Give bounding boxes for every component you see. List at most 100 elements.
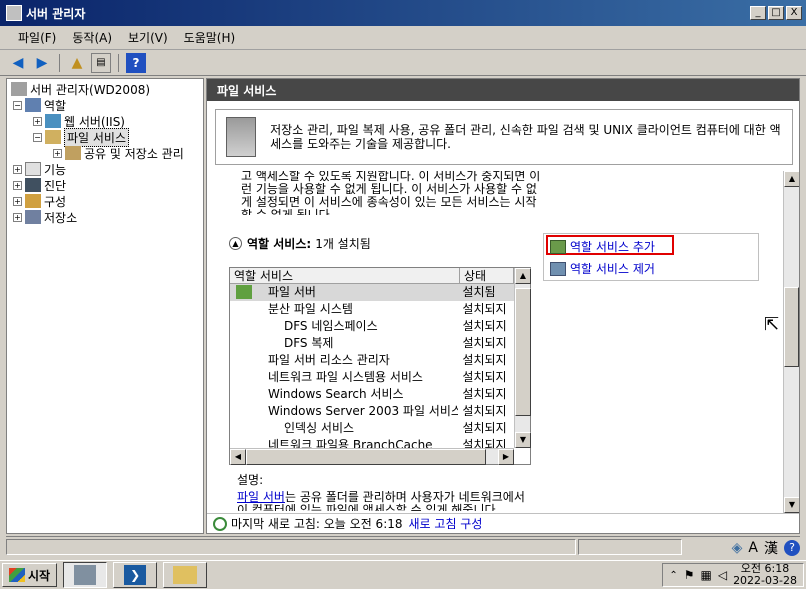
tree-item-diagnostics[interactable]: + 진단 bbox=[7, 177, 203, 193]
maximize-button[interactable]: □ bbox=[768, 6, 784, 20]
menu-file[interactable]: 파일(F) bbox=[10, 29, 64, 46]
remove-role-service-link[interactable]: 역할 서비스 제거 bbox=[550, 260, 655, 277]
table-row[interactable]: DFS 복제 설치되지 bbox=[230, 335, 514, 352]
expand-icon[interactable]: + bbox=[53, 148, 62, 158]
table-row[interactable]: 네트워크 파일용 BranchCache 설치되지 bbox=[230, 437, 514, 448]
scroll-right-button[interactable]: ▶ bbox=[498, 449, 514, 465]
langbar-help-icon[interactable]: ? bbox=[784, 540, 800, 556]
table-row[interactable]: 분산 파일 시스템 설치되지 bbox=[230, 301, 514, 318]
taskbar-powershell-button[interactable]: ❯ bbox=[113, 562, 158, 588]
tree-item-roles[interactable]: − 역할 bbox=[7, 97, 203, 113]
role-services-list[interactable]: 역할 서비스 상태 파일 서버 설치됨 분산 파일 시스템 설치되지 DFS 네임스페이… bbox=[229, 267, 531, 465]
tree-label: 구성 bbox=[44, 194, 67, 209]
close-button[interactable]: X bbox=[786, 6, 802, 20]
role-service-status: 설치되지 bbox=[462, 404, 507, 418]
column-header-status[interactable]: 상태 bbox=[460, 268, 514, 283]
role-service-status: 설치되지 bbox=[462, 370, 507, 384]
list-header: 역할 서비스 상태 bbox=[230, 268, 530, 284]
share-storage-icon bbox=[65, 146, 81, 160]
expand-icon[interactable]: + bbox=[13, 180, 22, 190]
role-description-box: 저장소 관리, 파일 복제 사용, 공유 폴더 관리, 신속한 파일 검색 및 … bbox=[215, 109, 793, 165]
role-service-status: 설치되지 bbox=[462, 319, 507, 333]
role-service-name: Windows Server 2003 파일 서비스 bbox=[268, 404, 459, 418]
tree-item-server-manager[interactable]: 서버 관리자(WD2008) bbox=[7, 81, 203, 97]
expand-icon[interactable]: + bbox=[13, 164, 22, 174]
list-vertical-scrollbar[interactable]: ▲ ▼ bbox=[514, 268, 531, 448]
server-manager-icon bbox=[6, 5, 22, 21]
up-folder-icon[interactable]: ▲ bbox=[67, 53, 87, 73]
hanja-icon[interactable]: 漢 bbox=[764, 538, 778, 558]
taskbar: 시작 ❯ ⌃ ⚑ ▦ ◁ 오전 6:18 2022-03-28 bbox=[0, 560, 806, 589]
table-row[interactable]: DFS 네임스페이스 설치되지 bbox=[230, 318, 514, 335]
status-pane bbox=[6, 538, 576, 555]
collapse-icon[interactable]: − bbox=[33, 132, 42, 142]
role-service-status: 설치되지 bbox=[462, 438, 507, 448]
tray-expand-icon[interactable]: ⌃ bbox=[669, 570, 677, 581]
back-icon[interactable]: ◀ bbox=[8, 53, 28, 73]
refresh-bar: 마지막 새로 고침: 오늘 오전 6:18 새로 고침 구성 bbox=[207, 513, 799, 533]
scroll-down-button[interactable]: ▼ bbox=[515, 432, 531, 448]
menu-view[interactable]: 보기(V) bbox=[120, 29, 176, 46]
volume-icon[interactable]: ◁ bbox=[718, 568, 727, 582]
system-tray: ⌃ ⚑ ▦ ◁ 오전 6:18 2022-03-28 bbox=[662, 563, 804, 587]
ime-mode-icon[interactable]: A bbox=[748, 540, 758, 556]
forward-icon[interactable]: ▶ bbox=[32, 53, 52, 73]
role-service-status: 설치되지 bbox=[462, 387, 507, 401]
scroll-up-button[interactable]: ▲ bbox=[515, 268, 531, 284]
web-server-icon bbox=[45, 114, 61, 128]
column-header-role-service[interactable]: 역할 서비스 bbox=[230, 268, 460, 283]
table-row[interactable]: Windows Server 2003 파일 서비스 설치되지 bbox=[230, 403, 514, 420]
taskbar-server-manager-button[interactable] bbox=[63, 562, 108, 588]
scroll-thumb[interactable] bbox=[784, 287, 799, 367]
expand-icon[interactable]: + bbox=[13, 196, 22, 206]
page-title: 파일 서비스 bbox=[207, 79, 799, 101]
refresh-icon[interactable] bbox=[213, 516, 227, 531]
tree-label: 역할 bbox=[44, 98, 67, 113]
tree-item-file-services[interactable]: − 파일 서비스 bbox=[7, 127, 203, 147]
show-hide-tree-icon[interactable]: ▤ bbox=[91, 52, 111, 73]
clock[interactable]: 오전 6:18 2022-03-28 bbox=[733, 563, 797, 587]
collapse-icon[interactable]: − bbox=[13, 100, 22, 110]
tree-item-configuration[interactable]: + 구성 bbox=[7, 193, 203, 209]
toolbar: ◀ ▶ ▲ ▤ ? bbox=[0, 50, 806, 76]
scroll-up-button[interactable]: ▲ bbox=[784, 171, 799, 187]
expand-icon[interactable]: + bbox=[33, 116, 42, 126]
expand-icon[interactable]: + bbox=[13, 212, 22, 222]
scroll-thumb[interactable] bbox=[515, 288, 531, 416]
taskbar-explorer-button[interactable] bbox=[163, 562, 208, 588]
menu-help[interactable]: 도움말(H) bbox=[176, 29, 244, 46]
table-row[interactable]: Windows Search 서비스 설치되지 bbox=[230, 386, 514, 403]
navigation-tree: 서버 관리자(WD2008) − 역할 + 웹 서버(IIS) − 파일 서비스… bbox=[6, 78, 204, 534]
scroll-thumb[interactable] bbox=[246, 449, 486, 465]
role-service-status: 설치되지 bbox=[462, 421, 507, 435]
server-manager-icon bbox=[74, 565, 97, 585]
scroll-down-button[interactable]: ▼ bbox=[784, 497, 799, 513]
role-service-name: DFS 복제 bbox=[284, 336, 334, 350]
tree-item-storage[interactable]: + 저장소 bbox=[7, 209, 203, 225]
help-icon[interactable]: ? bbox=[126, 52, 146, 73]
action-center-flag-icon[interactable]: ⚑ bbox=[684, 568, 695, 582]
table-row[interactable]: 파일 서버 설치됨 bbox=[230, 284, 514, 301]
roles-icon bbox=[25, 98, 41, 112]
role-services-count: 1개 설치됨 bbox=[315, 236, 371, 251]
menu-action[interactable]: 동작(A) bbox=[64, 29, 120, 46]
role-service-name: 네트워크 파일용 BranchCache bbox=[268, 438, 433, 448]
add-role-service-label: 역할 서비스 추가 bbox=[570, 240, 655, 254]
main-vertical-scrollbar[interactable]: ▲ ▼ bbox=[783, 171, 799, 513]
minimize-button[interactable]: _ bbox=[750, 6, 766, 20]
start-button[interactable]: 시작 bbox=[2, 563, 58, 587]
role-service-name: 파일 서버 리소스 관리자 bbox=[268, 353, 390, 367]
configure-refresh-link[interactable]: 새로 고침 구성 bbox=[409, 515, 483, 532]
collapse-section-icon[interactable]: ▲ bbox=[229, 236, 242, 250]
ime-settings-icon[interactable]: ◈ bbox=[732, 540, 743, 556]
file-services-icon bbox=[45, 130, 61, 144]
add-role-service-link[interactable]: 역할 서비스 추가 bbox=[550, 238, 655, 255]
list-horizontal-scrollbar[interactable]: ◀ ▶ bbox=[230, 448, 514, 465]
table-row[interactable]: 파일 서버 리소스 관리자 설치되지 bbox=[230, 352, 514, 369]
tree-item-features[interactable]: + 기능 bbox=[7, 161, 203, 177]
table-row[interactable]: 네트워크 파일 시스템용 서비스 설치되지 bbox=[230, 369, 514, 386]
network-icon[interactable]: ▦ bbox=[700, 568, 711, 582]
scroll-left-button[interactable]: ◀ bbox=[230, 449, 246, 465]
tree-item-share-storage[interactable]: + 공유 및 저장소 관리 bbox=[7, 145, 203, 161]
table-row[interactable]: 인덱싱 서비스 설치되지 bbox=[230, 420, 514, 437]
